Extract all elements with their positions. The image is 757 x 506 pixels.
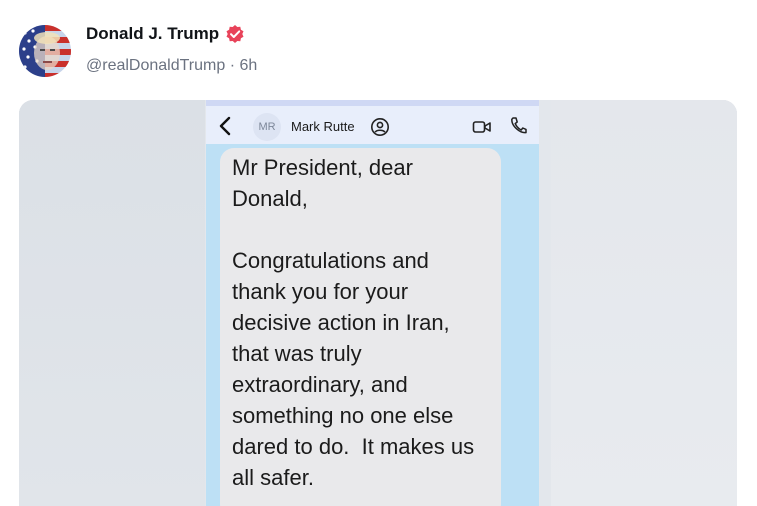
blur-panel-right <box>551 100 737 506</box>
contact-card-icon <box>370 117 390 137</box>
post-image[interactable]: MR Mark Rutte Mr President, dear Donald,… <box>19 100 737 506</box>
contact-name: Mark Rutte <box>291 119 355 134</box>
message-screenshot: MR Mark Rutte Mr President, dear Donald,… <box>206 100 539 506</box>
chat-area: Mr President, dear Donald, Congratulatio… <box>206 144 539 506</box>
avatar[interactable] <box>19 25 71 77</box>
author-name-row[interactable]: Donald J. Trump <box>86 24 245 44</box>
chat-topbar: MR Mark Rutte <box>206 100 539 144</box>
post-header: Donald J. Trump @realDonaldTrump · 6h <box>0 0 757 100</box>
chevron-left-icon <box>218 116 234 136</box>
author-name[interactable]: Donald J. Trump <box>86 24 219 44</box>
message-text: Mr President, dear Donald, Congratulatio… <box>232 155 475 490</box>
message-bubble: Mr President, dear Donald, Congratulatio… <box>220 148 501 506</box>
contact-avatar: MR <box>253 113 281 141</box>
blur-panel-left <box>19 100 205 506</box>
verified-badge-icon <box>225 24 245 44</box>
phone-icon <box>509 116 527 136</box>
handle-and-time[interactable]: @realDonaldTrump · 6h <box>86 57 257 75</box>
video-camera-icon <box>472 119 492 135</box>
